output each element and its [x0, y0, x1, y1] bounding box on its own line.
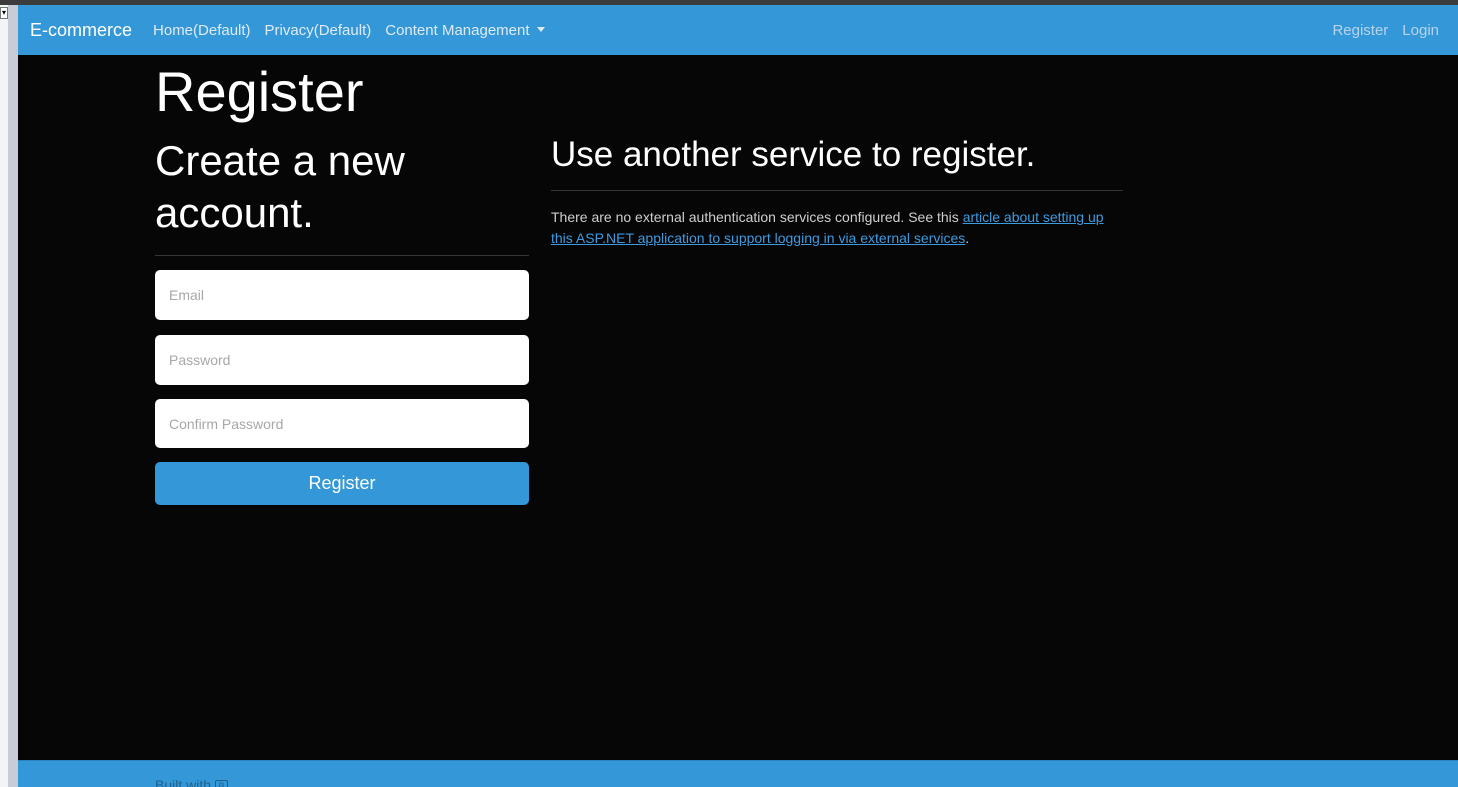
nav-dropdown-label: Content Management — [385, 21, 530, 39]
nav-link-register[interactable]: Register — [1332, 22, 1388, 39]
brand-link[interactable]: E-commerce — [30, 20, 132, 41]
info-text: There are no external authentication ser… — [551, 209, 963, 225]
register-button[interactable]: Register — [155, 462, 529, 505]
scroll-down-arrow-icon[interactable]: ▾ — [0, 7, 8, 19]
external-services-info: There are no external authentication ser… — [551, 207, 1123, 249]
footer-text: Built with B — [155, 777, 229, 787]
info-text-end: . — [965, 230, 970, 246]
left-panel-strip: ▾ — [0, 5, 18, 787]
app-page: E-commerce Home(Default) Privacy(Default… — [18, 5, 1458, 787]
password-field[interactable] — [155, 335, 529, 385]
navbar: E-commerce Home(Default) Privacy(Default… — [18, 5, 1458, 55]
nav-link-login[interactable]: Login — [1402, 22, 1439, 39]
nav-dropdown-content-management[interactable]: Content Management — [385, 21, 545, 39]
divider — [551, 190, 1123, 191]
divider — [155, 255, 529, 256]
email-field[interactable] — [155, 270, 529, 320]
nav-link-home[interactable]: Home(Default) — [153, 22, 251, 39]
external-services-section: Use another service to register. There a… — [551, 133, 1123, 249]
nav-link-privacy[interactable]: Privacy(Default) — [265, 22, 372, 39]
confirm-password-field[interactable] — [155, 399, 529, 448]
register-form-section: Create a new account. Register — [155, 135, 529, 505]
create-account-heading: Create a new account. — [155, 137, 405, 236]
nav-right-group: Register Login — [1325, 22, 1446, 39]
built-with-label: Built with — [155, 777, 212, 787]
page-title: Register — [155, 60, 364, 123]
bootstrap-icon: B — [215, 780, 229, 787]
external-services-heading: Use another service to register. — [551, 135, 1036, 174]
footer: Built with B — [18, 760, 1458, 787]
caret-down-icon — [536, 26, 545, 32]
